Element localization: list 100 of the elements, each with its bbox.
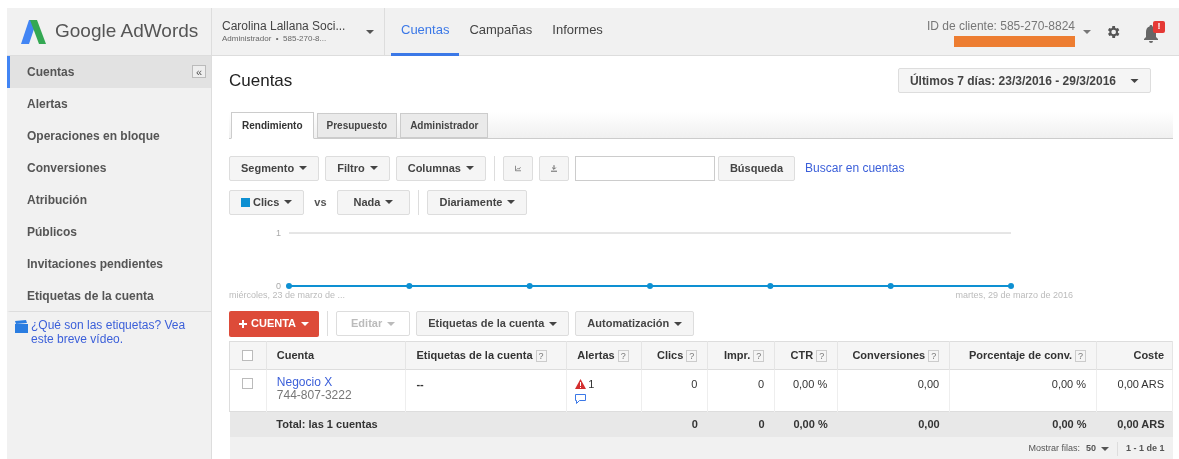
- rows-per-page-dropdown[interactable]: 50: [1085, 442, 1118, 456]
- column-header[interactable]: CTR ?: [774, 341, 838, 369]
- data-point: [1008, 282, 1014, 289]
- caret-icon: [387, 321, 396, 326]
- collapse-button[interactable]: «: [192, 65, 206, 78]
- client-id: ID de cliente: 585-270-8824: [926, 17, 1075, 35]
- account-id: 744-807-3222: [276, 388, 353, 402]
- caret-icon: [507, 200, 516, 204]
- axis-label: martes, 29 de marzo de 2016: [955, 289, 1073, 300]
- menu-button[interactable]: Etiquetas de la cuenta: [416, 311, 570, 336]
- caret-icon: [369, 166, 378, 170]
- total-cell: 0,00 %: [793, 418, 828, 430]
- nav-tab[interactable]: Campañas: [459, 7, 543, 56]
- sidebar-item[interactable]: Invitaciones pendientes: [7, 248, 211, 280]
- data-point: [526, 282, 533, 289]
- sidebar-item[interactable]: Etiquetas de la cuenta: [7, 280, 211, 312]
- account-name: Carolina Lallana Soci...: [222, 19, 346, 34]
- total-cell: 0: [691, 418, 698, 430]
- menu-button[interactable]: Segmento: [229, 155, 320, 181]
- page-title: Cuentas: [229, 70, 293, 92]
- caret-icon: [301, 321, 309, 326]
- product-name: Google AdWords: [55, 19, 199, 44]
- column-header[interactable]: Porcentaje de conv. ?: [949, 341, 1097, 369]
- chart-toggle-button[interactable]: [502, 155, 533, 181]
- compare-dropdown[interactable]: Nada: [336, 189, 411, 215]
- help-icon[interactable]: ?: [753, 349, 765, 362]
- alert-count: 1: [588, 376, 595, 392]
- help-link[interactable]: ¿Qué son las etiquetas? Vea este breve vídeo.: [31, 318, 191, 346]
- logo-icon: [21, 19, 46, 44]
- account-link[interactable]: Negocio X: [276, 375, 396, 389]
- metric-dropdown[interactable]: Clics: [229, 189, 305, 215]
- data-point: [767, 282, 774, 289]
- interval-dropdown[interactable]: Diariamente: [427, 189, 528, 215]
- search-field[interactable]: [574, 155, 715, 181]
- help-icon[interactable]: ?: [816, 349, 828, 362]
- table-cell: 0,00 %: [792, 377, 828, 390]
- help-icon[interactable]: ?: [617, 349, 629, 362]
- data-point: [406, 282, 413, 289]
- caret-icon: [549, 321, 558, 326]
- column-header[interactable]: Coste: [1096, 341, 1173, 369]
- help-icon[interactable]: ?: [686, 349, 698, 362]
- date-range-dropdown[interactable]: Últimos 7 días: 23/3/2016 - 29/3/2016: [897, 68, 1151, 94]
- table-cell: 0,00 %: [1051, 377, 1087, 390]
- pagination-info: 1 - 1 de 1: [1124, 442, 1166, 456]
- table-cell: 0,00: [917, 377, 940, 390]
- menu-button[interactable]: Columnas: [395, 155, 486, 181]
- tab[interactable]: Administrador: [400, 112, 489, 138]
- caret-icon: [366, 29, 374, 34]
- row-checkbox[interactable]: [242, 377, 254, 389]
- account-selector[interactable]: Carolina Lallana Soci... Administrador • 585-270-8...: [212, 8, 385, 55]
- notification-badge: !: [1153, 20, 1165, 33]
- column-header[interactable]: Cuenta: [266, 341, 406, 369]
- sidebar-item[interactable]: Públicos: [7, 216, 211, 248]
- menu-button[interactable]: Automatización: [575, 311, 695, 336]
- search-link[interactable]: Buscar en cuentas: [805, 159, 905, 177]
- select-all-checkbox[interactable]: [242, 349, 254, 361]
- caret-icon: [284, 200, 293, 204]
- account-details: Administrador • 585-270-8...: [222, 34, 328, 44]
- comment-icon[interactable]: [575, 394, 587, 404]
- caret-icon: [385, 200, 394, 204]
- data-point: [286, 282, 292, 289]
- total-cell: 0,00 ARS: [1117, 418, 1165, 430]
- total-cell: 0,00 %: [1052, 418, 1087, 430]
- sidebar-item[interactable]: Alertas: [7, 88, 211, 120]
- help-icon[interactable]: ?: [928, 349, 940, 362]
- rows-label: Mostrar filas:: [1028, 442, 1080, 456]
- data-point: [887, 282, 894, 289]
- menu-button[interactable]: Filtro: [325, 155, 390, 181]
- caret-icon: [299, 166, 308, 170]
- caret-icon: [1130, 78, 1139, 83]
- nav-tab[interactable]: Informes: [542, 7, 613, 56]
- column-header[interactable]: Conversiones ?: [837, 341, 950, 369]
- column-header[interactable]: Clics ?: [641, 341, 708, 369]
- download-button[interactable]: [538, 155, 569, 181]
- caret-icon[interactable]: [1083, 29, 1091, 34]
- total-cell: 0,00: [918, 418, 940, 430]
- table-cell: 0: [691, 377, 698, 390]
- data-point: [647, 282, 653, 289]
- caret-icon: [1100, 447, 1109, 451]
- axis-label: 1: [276, 227, 281, 238]
- sidebar-item[interactable]: Atribución: [7, 184, 211, 216]
- table-cell: 0: [758, 377, 765, 390]
- column-header[interactable]: Alertas ?: [566, 341, 642, 369]
- sidebar-item[interactable]: Operaciones en bloque: [7, 120, 211, 152]
- tab[interactable]: Presupuesto: [316, 112, 398, 138]
- add-button[interactable]: CUENTA: [229, 310, 319, 337]
- total-cell: 0: [758, 418, 765, 430]
- sidebar-item[interactable]: Conversiones: [7, 152, 211, 184]
- axis-label: miércoles, 23 de marzo de ...: [229, 289, 346, 300]
- help-icon[interactable]: ?: [1075, 349, 1087, 362]
- nav-tab[interactable]: Cuentas: [391, 7, 460, 56]
- tab[interactable]: Rendimiento: [231, 111, 314, 139]
- column-header[interactable]: Impr. ?: [707, 341, 775, 369]
- settings-icon[interactable]: [1105, 23, 1121, 40]
- column-header[interactable]: Etiquetas de la cuenta ?: [405, 341, 567, 369]
- total-label: Total: las 1 cuentas: [276, 418, 378, 430]
- help-icon[interactable]: ?: [535, 349, 547, 362]
- plus-icon: [239, 319, 247, 328]
- table-cell: --: [416, 377, 424, 390]
- search-button[interactable]: Búsqueda: [717, 155, 796, 181]
